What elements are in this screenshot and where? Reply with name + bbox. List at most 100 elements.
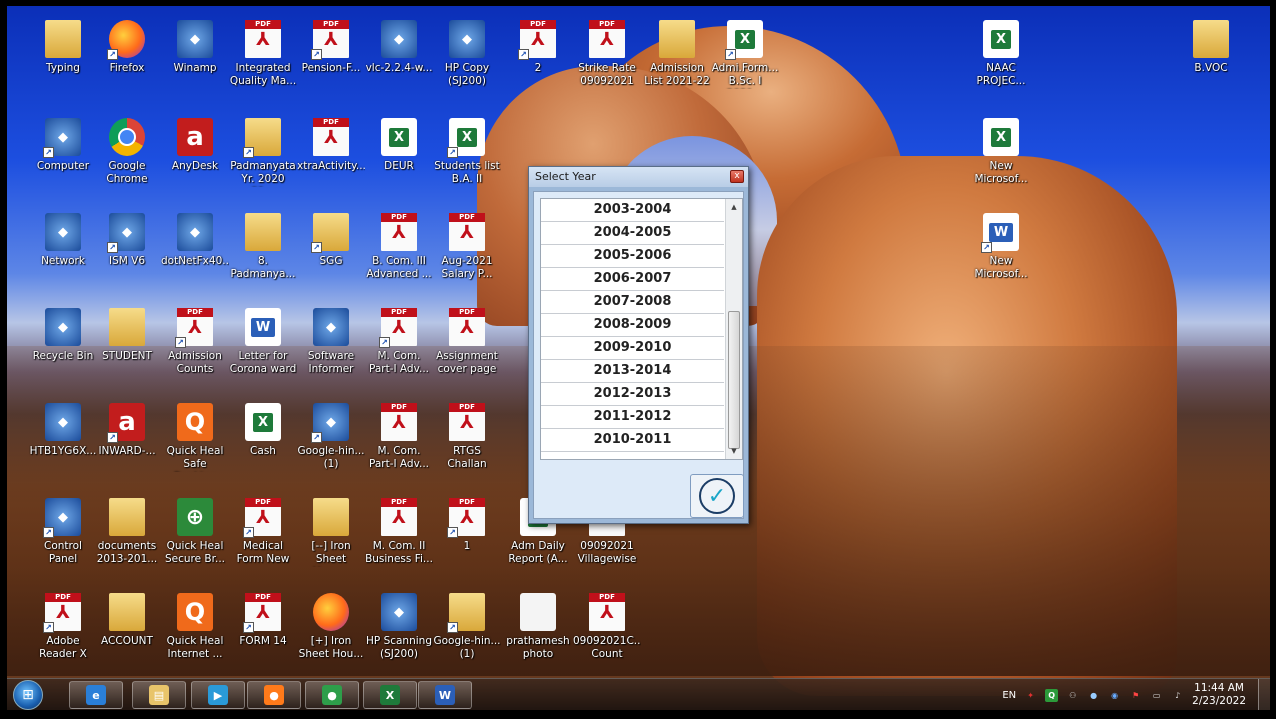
desktop-icon[interactable]: ⅄ xtraActivity... — [297, 114, 365, 202]
desktop-icon[interactable]: ⅄ Strike Rate 09092021 — [573, 16, 641, 104]
desktop-icon[interactable]: ACCOUNT — [93, 589, 161, 677]
desktop-icon[interactable]: Q Quick Heal Safe Banking — [161, 399, 229, 487]
desktop[interactable]: Typing ↗ Firefox ◆ Winamp ⅄ Integrated Quality… — [7, 6, 1270, 710]
desktop-icon[interactable]: ⅄↗ 2 — [504, 16, 572, 104]
taskbar-internet-explorer-button[interactable]: e — [69, 681, 123, 709]
desktop-icon[interactable]: ◆ Winamp — [161, 16, 229, 104]
year-option[interactable]: 2011-2012 — [541, 406, 724, 429]
desktop-icon[interactable]: ⊕ Quick Heal Secure Br... — [161, 494, 229, 582]
search-tray-icon[interactable]: ◉ — [1108, 689, 1121, 702]
desktop-icon[interactable]: ⅄ Assignment cover page — [433, 304, 501, 392]
year-option[interactable]: 2007-2008 — [541, 291, 724, 314]
desktop-icon[interactable]: ◆ HP Scanning (SJ200) — [365, 589, 433, 677]
excel-icon: X — [380, 685, 400, 705]
desktop-icon[interactable]: X New Microsof... — [967, 114, 1035, 202]
desktop-icon[interactable]: Admission List 2021-22 — [643, 16, 711, 104]
year-listbox[interactable]: 2003-2004 2004-2005 2005-2006 2006-2007 2007… — [540, 198, 743, 460]
desktop-icon[interactable]: ⅄ 09092021C... Count — [573, 589, 641, 677]
desktop-icon[interactable]: ↗ Google-hin... (1) — [433, 589, 501, 677]
desktop-icon[interactable]: ⅄↗Admission Counts — [161, 304, 229, 392]
year-option[interactable]: 2009-2010 — [541, 337, 724, 360]
desktop-icon[interactable]: STUDENT — [93, 304, 161, 392]
desktop-icon[interactable]: Typing — [29, 16, 97, 104]
desktop-icon[interactable]: ⅄ RTGS Challan — [433, 399, 501, 487]
scroll-down-arrow-icon[interactable]: ▼ — [726, 443, 742, 459]
desktop-icon[interactable]: ◆ Network — [29, 209, 97, 297]
ok-button[interactable]: ✓ — [690, 474, 744, 518]
volume-icon[interactable]: ♪ — [1171, 689, 1184, 702]
year-option[interactable]: 2008-2009 — [541, 314, 724, 337]
desktop-icon[interactable]: a ↗ INWARD-... — [93, 399, 161, 487]
year-list-scrollbar[interactable]: ▲ ▼ — [725, 199, 742, 459]
action-center-flag-icon[interactable]: ⚑ — [1129, 689, 1142, 702]
desktop-icon[interactable]: X DEUR — [365, 114, 433, 202]
desktop-icon[interactable]: [+] Iron Sheet Hou... — [297, 589, 365, 677]
desktop-icon[interactable]: ⅄↗ FORM 14 — [229, 589, 297, 677]
desktop-icon[interactable]: ⅄ Integrated Quality Ma... — [229, 16, 297, 104]
start-button[interactable]: ⊞ — [13, 680, 43, 710]
desktop-icon[interactable]: Q Quick Heal Internet ... — [161, 589, 229, 677]
taskbar-word-button[interactable]: W — [418, 681, 472, 709]
desktop-icon[interactable]: ◆ ↗ Control Panel — [29, 494, 97, 582]
year-option[interactable]: 2004-2005 — [541, 222, 724, 245]
desktop-icon[interactable]: ⅄ M. Com. II Business Fi... — [365, 494, 433, 582]
desktop-icon[interactable]: ◆ HP Copy (SJ200) — [433, 16, 501, 104]
desktop-icon[interactable]: ◆ Recycle Bin — [29, 304, 97, 392]
quickheal-tray-icon[interactable]: Q — [1045, 688, 1059, 702]
desktop-icon[interactable]: ⅄ B. Com. III Advanced ... — [365, 209, 433, 297]
desktop-icon[interactable]: Google Chrome — [93, 114, 161, 202]
desktop-icon-label: prathamesh photo — [506, 635, 570, 660]
year-option[interactable]: 2005-2006 — [541, 245, 724, 268]
desktop-icon[interactable]: X ↗ Students list B.A. II — [433, 114, 501, 202]
desktop-icon[interactable]: documents 2013-201... — [93, 494, 161, 582]
scroll-up-arrow-icon[interactable]: ▲ — [726, 199, 742, 215]
year-option[interactable]: 2013-2014 — [541, 360, 724, 383]
monitor-tray-icon[interactable]: ▭ — [1150, 689, 1163, 702]
desktop-icon[interactable]: [--] Iron Sheet Hous... — [297, 494, 365, 582]
year-option[interactable]: 2010-2011 — [541, 429, 724, 452]
desktop-icon[interactable]: W ↗ New Microsof... — [967, 209, 1035, 297]
desktop-icon[interactable]: 8. Padmanya... — [229, 209, 297, 297]
desktop-icon[interactable]: ◆ vlc-2.2.4-w... — [365, 16, 433, 104]
desktop-icon[interactable]: ↗ Padmanyata Yr. 2020 21... — [229, 114, 297, 202]
desktop-icon[interactable]: B.VOC — [1177, 16, 1245, 104]
year-option[interactable]: 2012-2013 — [541, 383, 724, 406]
desktop-icon[interactable]: W Letter for Corona ward — [229, 304, 297, 392]
desktop-icon[interactable]: X↗Admi.Form... B.Sc. I 2021... — [711, 16, 779, 104]
taskbar-file-explorer-button[interactable]: ▤ — [132, 681, 186, 709]
desktop-icon[interactable]: ◆ ↗ Computer — [29, 114, 97, 202]
language-indicator[interactable]: EN — [1002, 690, 1016, 701]
scroll-thumb[interactable] — [728, 311, 740, 449]
taskbar-media-player-button[interactable]: ▶ — [191, 681, 245, 709]
adobe-tray-icon[interactable]: ✦ — [1024, 689, 1037, 702]
network-tray-icon[interactable]: ⚇ — [1066, 689, 1079, 702]
desktop-icon[interactable]: ◆ HTB1YG6X... — [29, 399, 97, 487]
desktop-icon[interactable]: ⅄ Aug-2021 Salary P... — [433, 209, 501, 297]
desktop-icon[interactable]: ◆ ↗ ISM V6 — [93, 209, 161, 297]
desktop-icon[interactable]: a AnyDesk — [161, 114, 229, 202]
desktop-icon[interactable]: ⅄↗ Pension-F... — [297, 16, 365, 104]
desktop-icon[interactable]: ⅄ M. Com. Part-I Adv... — [365, 399, 433, 487]
desktop-icon[interactable]: ↗ Firefox — [93, 16, 161, 104]
desktop-icon[interactable]: ↗ SGG — [297, 209, 365, 297]
close-button[interactable]: x — [730, 170, 744, 183]
show-desktop-button[interactable] — [1258, 679, 1270, 710]
dialog-title-bar[interactable]: Select Year x — [529, 167, 748, 187]
desktop-icon[interactable]: ⅄↗ 1 — [433, 494, 501, 582]
desktop-icon[interactable]: X NAAC PROJEC... — [967, 16, 1035, 104]
taskbar-chrome-button[interactable]: ● — [305, 681, 359, 709]
desktop-icon[interactable]: prathamesh photo — [504, 589, 572, 677]
desktop-icon[interactable]: ⅄↗M. Com. Part-I Adv... — [365, 304, 433, 392]
taskbar-excel-button[interactable]: X — [363, 681, 417, 709]
desktop-icon[interactable]: ◆ dotNetFx40... — [161, 209, 229, 297]
desktop-icon[interactable]: ◆ ↗ Google-hin... (1) — [297, 399, 365, 487]
taskbar-firefox-button[interactable]: ● — [247, 681, 301, 709]
desktop-icon[interactable]: X Cash — [229, 399, 297, 487]
bluetooth-tray-icon[interactable]: ● — [1087, 689, 1100, 702]
year-option[interactable]: 2003-2004 — [541, 199, 724, 222]
year-option[interactable]: 2006-2007 — [541, 268, 724, 291]
clock[interactable]: 11:44 AM 2/23/2022 — [1192, 682, 1246, 708]
desktop-icon[interactable]: ◆ Software Informer — [297, 304, 365, 392]
desktop-icon[interactable]: ⅄↗Medical Form New — [229, 494, 297, 582]
desktop-icon[interactable]: ⅄↗Adobe Reader X — [29, 589, 97, 677]
